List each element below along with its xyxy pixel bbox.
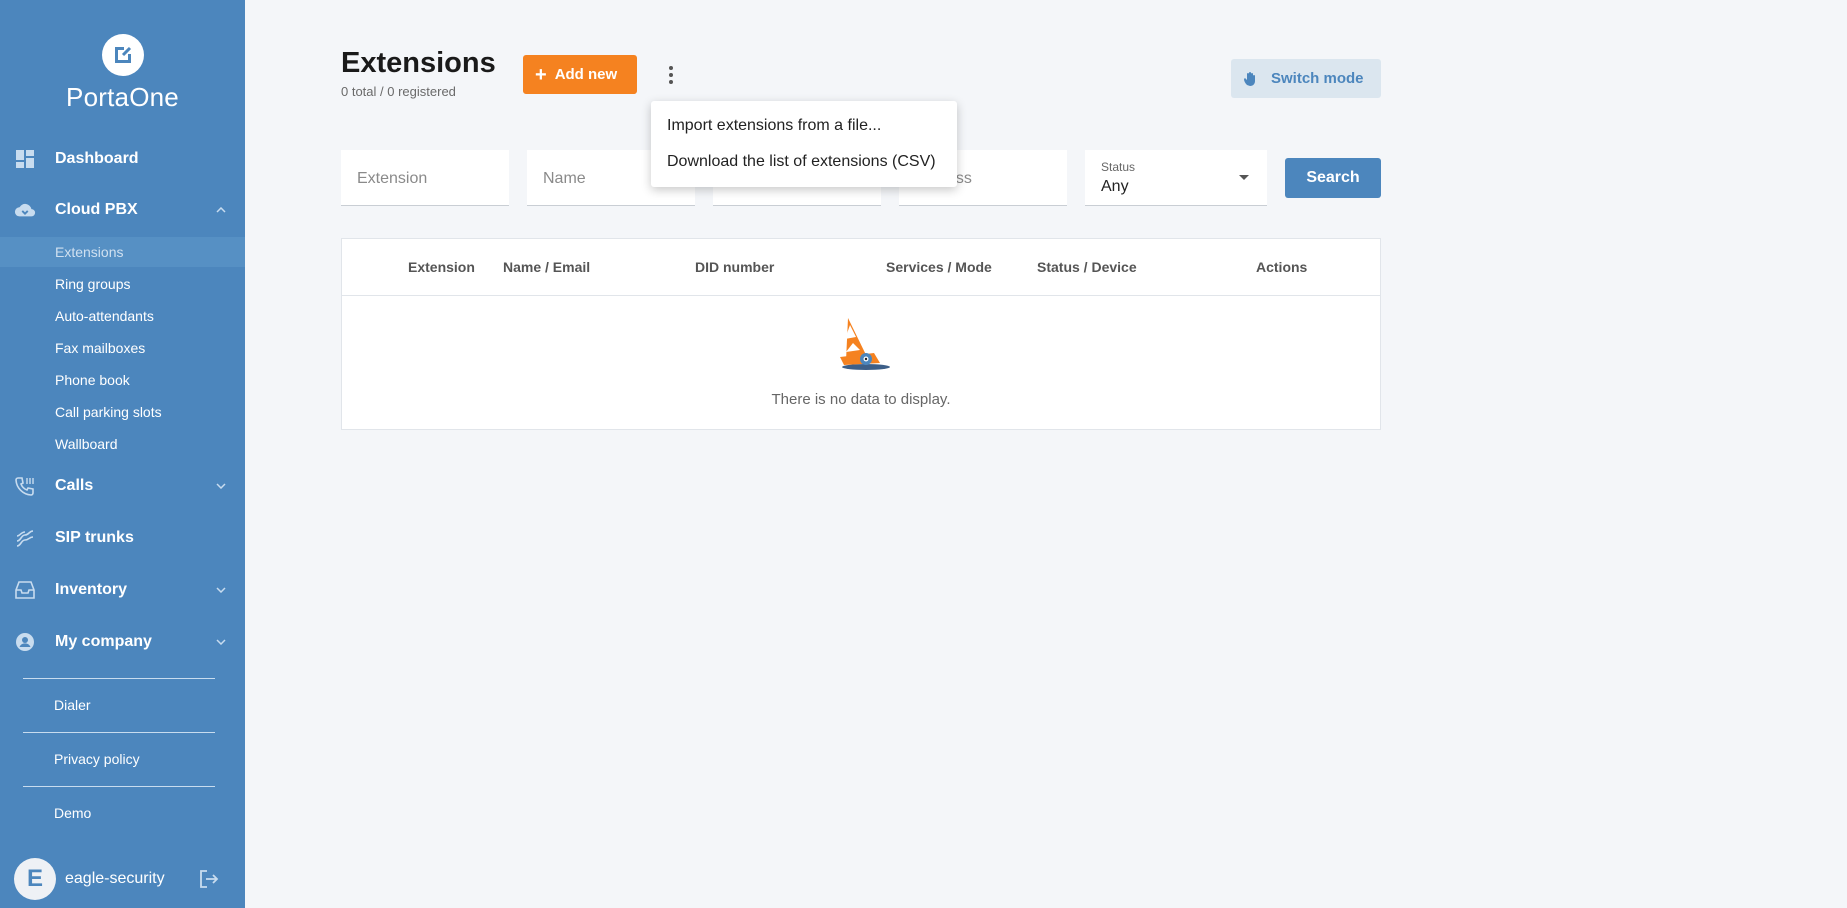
page-title: Extensions: [341, 47, 496, 79]
search-button[interactable]: Search: [1285, 158, 1381, 198]
name-filter-placeholder: Name: [543, 170, 586, 187]
logout-icon[interactable]: [198, 868, 222, 892]
sidebar: PortaOne Dashboard Cloud PBX Extensions …: [0, 0, 245, 908]
nav-my-company-label: My company: [55, 633, 152, 650]
sidebar-item-extensions[interactable]: Extensions: [0, 237, 245, 267]
nav-my-company[interactable]: My company: [0, 622, 245, 662]
page-subtitle: 0 total / 0 registered: [341, 84, 456, 99]
sidebar-divider: [23, 786, 215, 787]
hand-icon: [1243, 71, 1259, 87]
extension-filter-input[interactable]: Extension: [341, 150, 509, 206]
download-csv-menu-item[interactable]: Download the list of extensions (CSV): [667, 153, 936, 171]
dropdown-arrow-icon: [1239, 175, 1249, 180]
chevron-down-icon: [214, 583, 228, 597]
user-name: eagle-security: [65, 870, 165, 887]
sidebar-item-label: Extensions: [55, 244, 124, 260]
nav-sip-trunks[interactable]: SIP trunks: [0, 518, 245, 558]
nav-inventory[interactable]: Inventory: [0, 570, 245, 610]
sidebar-item-label: Call parking slots: [55, 404, 162, 420]
column-header-extension[interactable]: Extension: [408, 259, 475, 275]
status-select[interactable]: Status Any: [1085, 150, 1267, 206]
nav-calls-label: Calls: [55, 477, 94, 494]
chevron-down-icon: [214, 479, 228, 493]
status-value: Any: [1101, 178, 1129, 195]
switch-mode-label: Switch mode: [1271, 70, 1364, 87]
add-new-button[interactable]: + Add new: [523, 55, 637, 94]
nav-cloud-pbx-label: Cloud PBX: [55, 201, 138, 218]
sidebar-divider: [23, 678, 215, 679]
sidebar-item-ring-groups[interactable]: Ring groups: [0, 269, 245, 299]
account-circle-icon: [14, 631, 36, 653]
sip-trunks-icon: [14, 527, 36, 549]
extension-filter-placeholder: Extension: [357, 170, 428, 187]
extensions-table: Extension Name / Email DID number Servic…: [341, 238, 1381, 430]
brand-logo[interactable]: PortaOne: [0, 34, 245, 113]
sidebar-item-label: Phone book: [55, 372, 130, 388]
import-extensions-menu-item[interactable]: Import extensions from a file...: [667, 117, 881, 135]
sidebar-item-label: Ring groups: [55, 276, 131, 292]
sidebar-item-wallboard[interactable]: Wallboard: [0, 429, 245, 459]
table-header: Extension Name / Email DID number Servic…: [342, 239, 1380, 296]
empty-state-message: There is no data to display.: [771, 391, 951, 408]
brand-name: PortaOne: [66, 82, 179, 112]
sidebar-item-fax-mailboxes[interactable]: Fax mailboxes: [0, 333, 245, 363]
nav-calls[interactable]: Calls: [0, 466, 245, 506]
inbox-icon: [14, 579, 36, 601]
column-header-name-email[interactable]: Name / Email: [503, 259, 590, 275]
nav-cloud-pbx[interactable]: Cloud PBX: [0, 190, 245, 230]
sidebar-item-label: Fax mailboxes: [55, 340, 146, 356]
avatar: E: [14, 858, 56, 900]
nav-inventory-label: Inventory: [55, 581, 128, 598]
status-label: Status: [1101, 160, 1136, 174]
nav-dashboard-label: Dashboard: [55, 150, 139, 167]
sidebar-divider: [23, 732, 215, 733]
chevron-down-icon: [214, 635, 228, 649]
sidebar-item-label: Wallboard: [55, 436, 118, 452]
sidebar-item-label: Auto-attendants: [55, 308, 154, 324]
nav-dashboard[interactable]: Dashboard: [0, 139, 245, 179]
plus-icon: +: [535, 63, 547, 86]
dialer-link[interactable]: Dialer: [54, 697, 91, 713]
privacy-policy-link[interactable]: Privacy policy: [54, 751, 140, 767]
switch-mode-button[interactable]: Switch mode: [1231, 59, 1381, 98]
nav-sip-trunks-label: SIP trunks: [55, 529, 134, 546]
sidebar-item-call-parking-slots[interactable]: Call parking slots: [0, 397, 245, 427]
column-header-actions: Actions: [1256, 259, 1308, 275]
traffic-cone-icon: [836, 317, 892, 371]
add-new-label: Add new: [554, 66, 618, 83]
demo-link[interactable]: Demo: [54, 805, 91, 821]
column-header-status-device[interactable]: Status / Device: [1037, 259, 1137, 275]
phone-icon: [14, 475, 36, 497]
cloud-icon: [14, 199, 36, 221]
column-header-services-mode[interactable]: Services / Mode: [886, 259, 992, 275]
more-options-menu: Import extensions from a file... Downloa…: [651, 101, 957, 187]
dashboard-icon: [14, 148, 36, 170]
more-options-icon[interactable]: [660, 60, 682, 90]
chevron-up-icon: [214, 203, 228, 217]
column-header-did-number[interactable]: DID number: [695, 259, 774, 275]
portaone-logo-icon: [101, 34, 144, 76]
sidebar-item-auto-attendants[interactable]: Auto-attendants: [0, 301, 245, 331]
user-profile[interactable]: E eagle-security: [14, 858, 234, 900]
sidebar-item-phone-book[interactable]: Phone book: [0, 365, 245, 395]
